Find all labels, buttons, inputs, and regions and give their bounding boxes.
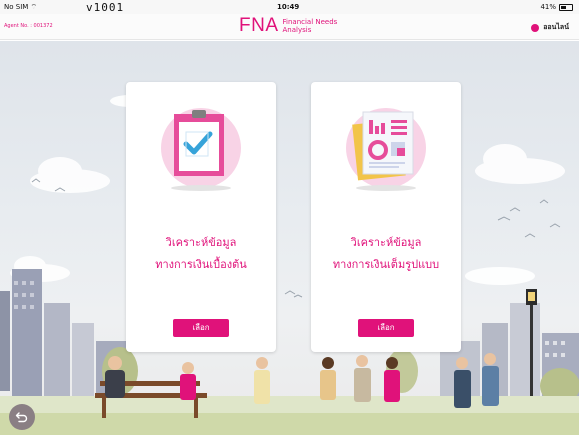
main-stage: วิเคราะห์ข้อมูล ทางการเงินเบื้องต้น เลือ… bbox=[0, 41, 579, 435]
logo-text: FNA bbox=[239, 15, 279, 36]
basic-analysis-card[interactable]: วิเคราะห์ข้อมูล ทางการเงินเบื้องต้น เลือ… bbox=[126, 82, 276, 352]
carrier-label: No SIM ⌔ bbox=[4, 3, 38, 11]
clock: 10:49 bbox=[277, 3, 300, 11]
app-header: Agent No. : 001372 FNA Financial Needs A… bbox=[0, 14, 579, 40]
full-analysis-card[interactable]: วิเคราะห์ข้อมูล ทางการเงินเต็มรูปแบบ เลื… bbox=[311, 82, 461, 352]
version-label: v1001 bbox=[86, 1, 125, 14]
online-dot-icon bbox=[531, 23, 540, 32]
online-label: ออนไลน์ bbox=[543, 23, 569, 31]
logo-subtitle: Financial Needs Analysis bbox=[282, 18, 338, 34]
status-bar: No SIM ⌔ v1001 10:49 41% bbox=[0, 0, 579, 14]
city-background-illustration bbox=[0, 95, 579, 435]
fna-logo: FNA Financial Needs Analysis bbox=[239, 15, 337, 37]
back-arrow-icon bbox=[15, 412, 28, 423]
battery-status: 41% bbox=[540, 3, 573, 11]
online-status[interactable]: ออนไลน์ bbox=[531, 22, 569, 33]
back-button[interactable] bbox=[9, 404, 35, 430]
clipboard-check-icon bbox=[161, 108, 241, 191]
full-analysis-title: วิเคราะห์ข้อมูล ทางการเงินเต็มรูปแบบ bbox=[332, 236, 440, 271]
battery-percent: 41% bbox=[540, 3, 556, 11]
report-charts-icon bbox=[346, 108, 426, 191]
select-basic-analysis-button[interactable]: เลือก bbox=[173, 319, 229, 337]
battery-icon bbox=[559, 3, 573, 11]
select-full-analysis-button[interactable]: เลือก bbox=[358, 319, 414, 337]
agent-number: Agent No. : 001372 bbox=[4, 23, 53, 29]
basic-analysis-title: วิเคราะห์ข้อมูล ทางการเงินเบื้องต้น bbox=[155, 236, 247, 271]
